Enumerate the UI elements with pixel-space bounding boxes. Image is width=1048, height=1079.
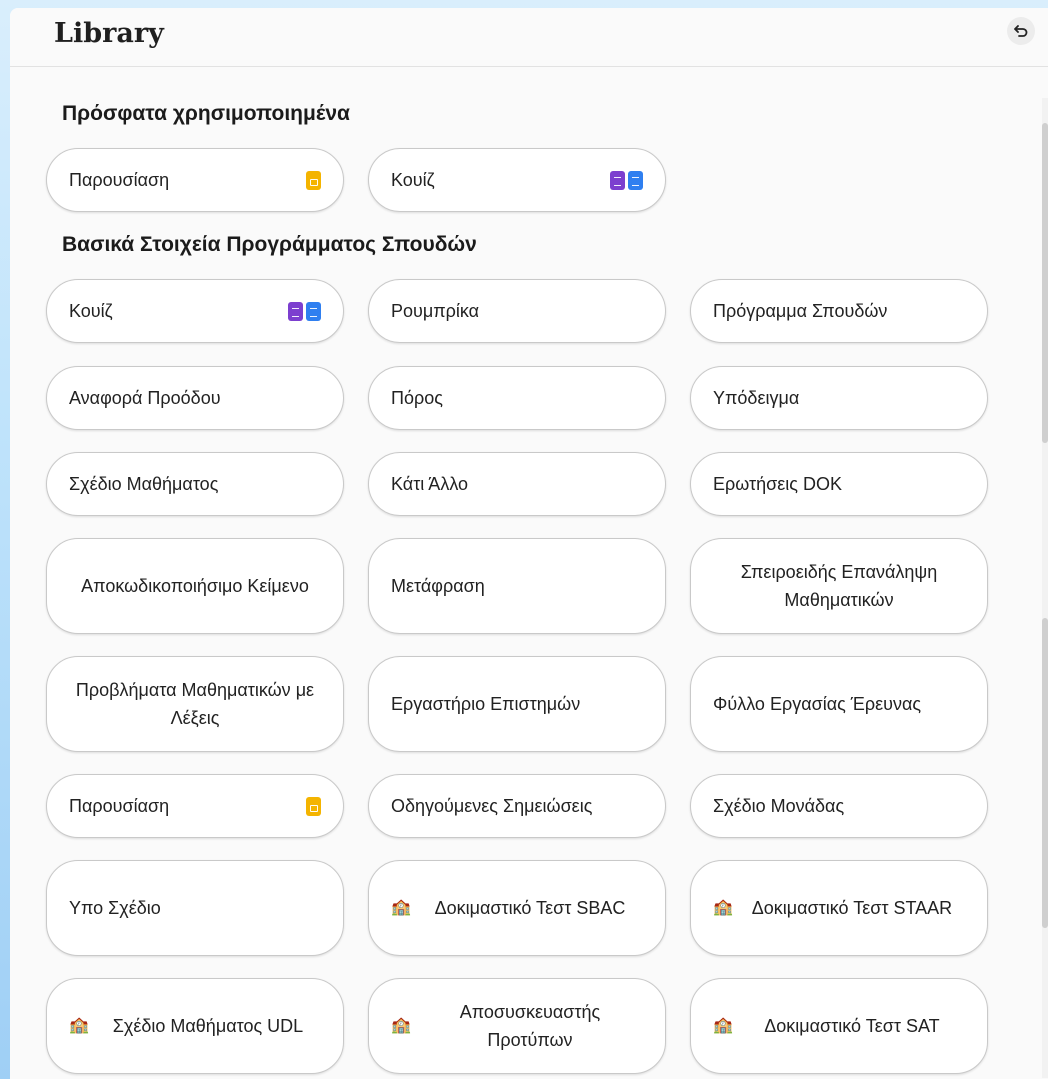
chip-label: Πόρος [391,388,443,408]
chip-label: Παρουσίαση [69,796,170,816]
school-icon: 🏫 [391,1017,411,1034]
chip-label: Σχέδιο Μαθήματος [69,474,219,494]
page-title: Library [54,18,164,49]
chip-label: Δοκιμαστικό Τεστ STAAR [751,898,953,918]
library-item-guided-notes[interactable]: Οδηγούμενες Σημειώσεις [368,774,666,838]
curriculum-section-title: Βασικά Στοιχεία Προγράμματος Σπουδών [62,233,477,256]
forms-icon [610,170,625,190]
library-item-sbac-practice-test[interactable]: 🏫 Δοκιμαστικό Τεστ SBAC [368,860,666,956]
chip-label: Κουίζ [69,301,113,321]
chip-label: Ρουμπρίκα [391,301,480,321]
scrollbar-thumb[interactable] [1042,618,1048,928]
library-panel: Library Πρόσφατα χρησιμοποιημένα Παρουσί… [10,8,1048,1079]
chip-label: Σχέδιο Μαθήματος UDL [112,1016,304,1036]
library-item-udl-lesson-plan[interactable]: 🏫 Σχέδιο Μαθήματος UDL [46,978,344,1074]
slides-icon [306,170,321,190]
slides-icon [306,796,321,816]
library-item-template[interactable]: Υπόδειγμα [690,366,988,430]
recent-item-quiz[interactable]: Κουίζ [368,148,666,212]
school-icon: 🏫 [391,899,411,916]
undo-button[interactable] [1007,17,1035,45]
chip-label: Αποσυσκευαστής Προτύπων [459,1002,601,1050]
library-item-unit-plan[interactable]: Σχέδιο Μονάδας [690,774,988,838]
chip-label: Σπειροειδής Επανάληψη Μαθηματικών [740,562,938,610]
chip-label: Μετάφραση [391,576,485,596]
recent-item-presentation[interactable]: Παρουσίαση [46,148,344,212]
library-item-dok-questions[interactable]: Ερωτήσεις DOK [690,452,988,516]
library-item-something-else[interactable]: Κάτι Άλλο [368,452,666,516]
header: Library [10,8,1048,67]
library-item-progress-report[interactable]: Αναφορά Προόδου [46,366,344,430]
chip-label: Εργαστήριο Επιστημών [391,694,581,714]
school-icon: 🏫 [713,899,733,916]
chip-label: Αναφορά Προόδου [69,388,221,408]
library-item-translation[interactable]: Μετάφραση [368,538,666,634]
chip-label: Φύλλο Εργασίας Έρευνας [713,694,922,714]
chip-label: Υπόδειγμα [713,388,800,408]
library-item-lesson-plan[interactable]: Σχέδιο Μαθήματος [46,452,344,516]
library-item-spiral-review[interactable]: Σπειροειδής Επανάληψη Μαθηματικών [690,538,988,634]
undo-icon [1014,25,1028,37]
library-item-research-worksheet[interactable]: Φύλλο Εργασίας Έρευνας [690,656,988,752]
chip-label: Δοκιμαστικό Τεστ SAT [764,1016,940,1036]
recent-section-title: Πρόσφατα χρησιμοποιημένα [62,102,350,125]
forms-icon [288,301,303,321]
docs-icon [306,301,321,321]
docs-icon [628,170,643,190]
chip-label: Παρουσίαση [69,170,170,190]
library-item-resource[interactable]: Πόρος [368,366,666,430]
chip-label: Οδηγούμενες Σημειώσεις [391,796,593,816]
chip-label: Δοκιμαστικό Τεστ SBAC [434,898,626,918]
school-icon: 🏫 [69,1017,89,1034]
chip-label: Προβλήματα Μαθηματικών με Λέξεις [75,680,315,728]
chip-label: Κουίζ [391,170,435,190]
library-item-sub-plan[interactable]: Υπο Σχέδιο [46,860,344,956]
library-item-science-lab[interactable]: Εργαστήριο Επιστημών [368,656,666,752]
library-item-presentation[interactable]: Παρουσίαση [46,774,344,838]
library-item-standards-unpacker[interactable]: 🏫 Αποσυσκευαστής Προτύπων [368,978,666,1074]
chip-label: Κάτι Άλλο [391,474,469,494]
chip-label: Ερωτήσεις DOK [713,474,842,494]
school-icon: 🏫 [713,1017,733,1034]
chip-label: Σχέδιο Μονάδας [713,796,845,816]
library-item-word-problems[interactable]: Προβλήματα Μαθηματικών με Λέξεις [46,656,344,752]
library-item-syllabus[interactable]: Πρόγραμμα Σπουδών [690,279,988,343]
chip-label: Αποκωδικοποιήσιμο Κείμενο [81,576,309,596]
chip-label: Υπο Σχέδιο [69,898,161,918]
library-item-quiz[interactable]: Κουίζ [46,279,344,343]
scrollbar-thumb[interactable] [1042,123,1048,443]
library-item-sat-practice-test[interactable]: 🏫 Δοκιμαστικό Τεστ SAT [690,978,988,1074]
library-item-decodable-text[interactable]: Αποκωδικοποιήσιμο Κείμενο [46,538,344,634]
library-item-staar-practice-test[interactable]: 🏫 Δοκιμαστικό Τεστ STAAR [690,860,988,956]
chip-label: Πρόγραμμα Σπουδών [713,301,888,321]
library-item-rubric[interactable]: Ρουμπρίκα [368,279,666,343]
